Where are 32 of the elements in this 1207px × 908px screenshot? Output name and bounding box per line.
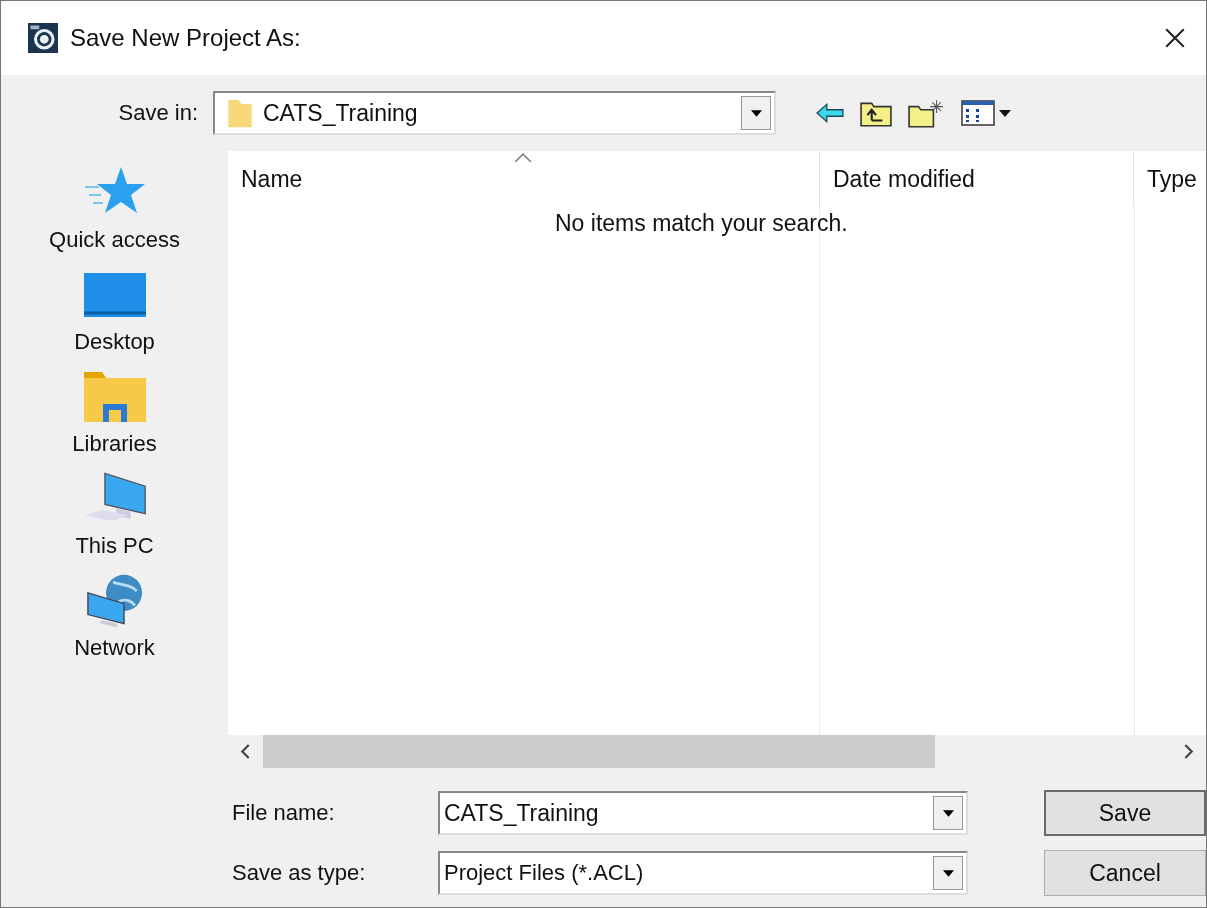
scroll-left-icon[interactable]: [240, 744, 251, 759]
scrollbar-thumb[interactable]: [263, 735, 935, 768]
place-item[interactable]: Network: [24, 573, 205, 661]
sort-caret-icon: [514, 153, 532, 163]
back-arrow-icon[interactable]: [816, 103, 844, 123]
app-icon: [28, 23, 58, 53]
libraries-folder-icon: [82, 369, 147, 425]
place-item[interactable]: Desktop: [24, 267, 205, 355]
place-item[interactable]: This PC: [24, 471, 205, 559]
save-button[interactable]: Save: [1044, 790, 1206, 836]
save-in-label: Save in:: [117, 100, 199, 126]
cancel-button[interactable]: Cancel: [1044, 850, 1206, 896]
caret-icon: [942, 809, 954, 817]
scroll-right-icon[interactable]: [1183, 744, 1194, 759]
place-item[interactable]: Libraries: [24, 369, 205, 457]
save-as-type-dropdown[interactable]: Project Files (*.ACL): [438, 851, 968, 895]
folder-icon: [227, 97, 253, 129]
save-as-type-label: Save as type:: [231, 860, 367, 886]
file-list[interactable]: Name Date modified Type No items match your search.: [228, 151, 1206, 735]
save-in-dropdown[interactable]: CATS_Training: [213, 91, 776, 135]
column-header[interactable]: Name: [228, 151, 819, 207]
caret-icon: [942, 869, 954, 877]
place-item[interactable]: Quick access: [24, 165, 205, 253]
file-name-field[interactable]: CATS_Training: [438, 791, 968, 835]
empty-message: No items match your search.: [555, 210, 848, 237]
column-header[interactable]: Date modified: [819, 151, 1133, 207]
close-icon: [1164, 27, 1186, 49]
file-name-label: File name:: [231, 800, 336, 826]
window-title: Save New Project As:: [70, 24, 301, 52]
new-folder-icon[interactable]: [908, 98, 944, 128]
caret-icon: [750, 109, 762, 117]
column-header[interactable]: Type: [1133, 151, 1206, 207]
